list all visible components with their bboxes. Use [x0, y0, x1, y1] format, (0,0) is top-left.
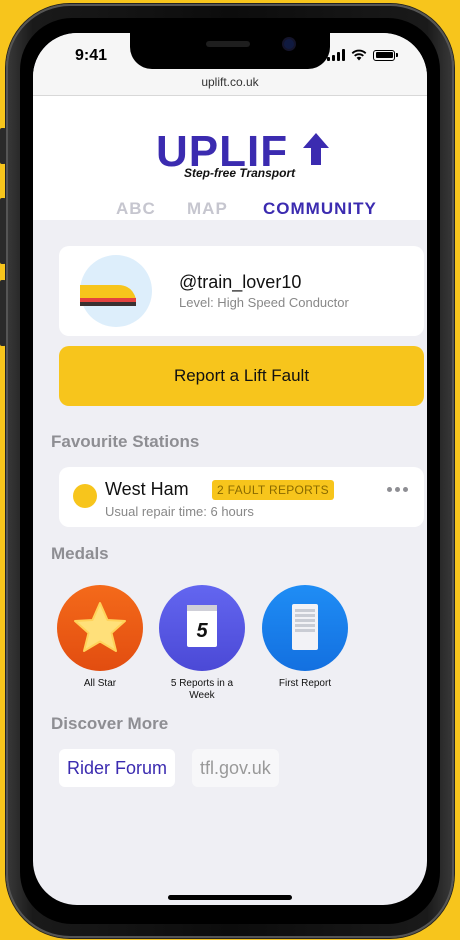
tagline: Step-free Transport: [184, 166, 296, 180]
fault-reports-badge: 2 FAULT REPORTS: [212, 480, 334, 500]
camera-icon: [284, 39, 294, 49]
repair-time: Usual repair time: 6 hours: [105, 504, 254, 519]
medal-label: All Star: [83, 678, 117, 689]
phone-screen: 9:41 uplift.co.uk UPLIF Step-free Transp…: [33, 33, 427, 905]
rider-forum-link[interactable]: Rider Forum: [59, 749, 176, 787]
profile-card[interactable]: @train_lover10 Level: High Speed Conduct…: [59, 246, 424, 336]
username: @train_lover10: [179, 272, 302, 292]
train-icon: [80, 285, 136, 306]
tab-abc[interactable]: ABC: [116, 199, 156, 219]
star-icon: [74, 602, 126, 652]
notch: [130, 33, 330, 69]
avatar: [80, 255, 152, 327]
station-card[interactable]: West Ham 2 FAULT REPORTS Usual repair ti…: [59, 467, 424, 527]
favourite-stations-heading: Favourite Stations: [51, 432, 200, 451]
battery-icon: [373, 49, 398, 61]
medal-first-report[interactable]: First Report: [260, 585, 350, 690]
signal-icon: [327, 49, 345, 61]
speaker-grille: [206, 41, 250, 47]
status-icons: [327, 49, 398, 61]
medal-label: 5 Reports in a Week: [170, 678, 234, 701]
medal-five-reports[interactable]: 5 5 Reports in a Week: [158, 585, 246, 702]
medals-heading: Medals: [51, 544, 109, 563]
medal-label: First Report: [278, 678, 332, 689]
station-name: West Ham: [105, 479, 189, 499]
medal-badge: [57, 585, 143, 671]
arrow-up-icon: [303, 133, 329, 165]
user-level: Level: High Speed Conductor: [179, 295, 349, 310]
medal-badge: [262, 585, 348, 671]
more-options-icon[interactable]: [387, 487, 408, 492]
medal-all-star[interactable]: All Star: [55, 585, 145, 690]
home-indicator[interactable]: [168, 895, 292, 900]
report-lift-fault-button[interactable]: Report a Lift Fault: [59, 346, 424, 406]
calendar-icon: 5: [187, 605, 217, 647]
status-time: 9:41: [75, 47, 108, 64]
volume-down-button: [0, 280, 6, 346]
discover-more-heading: Discover More: [51, 714, 169, 733]
app-header: UPLIF Step-free Transport ABC MAP COMMUN…: [33, 96, 427, 220]
document-icon: [292, 604, 318, 650]
tfl-link[interactable]: tfl.gov.uk: [192, 749, 279, 787]
address-bar[interactable]: uplift.co.uk: [33, 75, 427, 89]
volume-up-button: [0, 198, 6, 264]
station-status-dot: [73, 484, 97, 508]
medal-badge: 5: [159, 585, 245, 671]
wifi-icon: [351, 49, 367, 61]
mute-switch: [0, 128, 6, 164]
tab-community[interactable]: COMMUNITY: [263, 199, 377, 219]
medal-number: 5: [196, 620, 208, 642]
tab-map[interactable]: MAP: [187, 199, 228, 219]
